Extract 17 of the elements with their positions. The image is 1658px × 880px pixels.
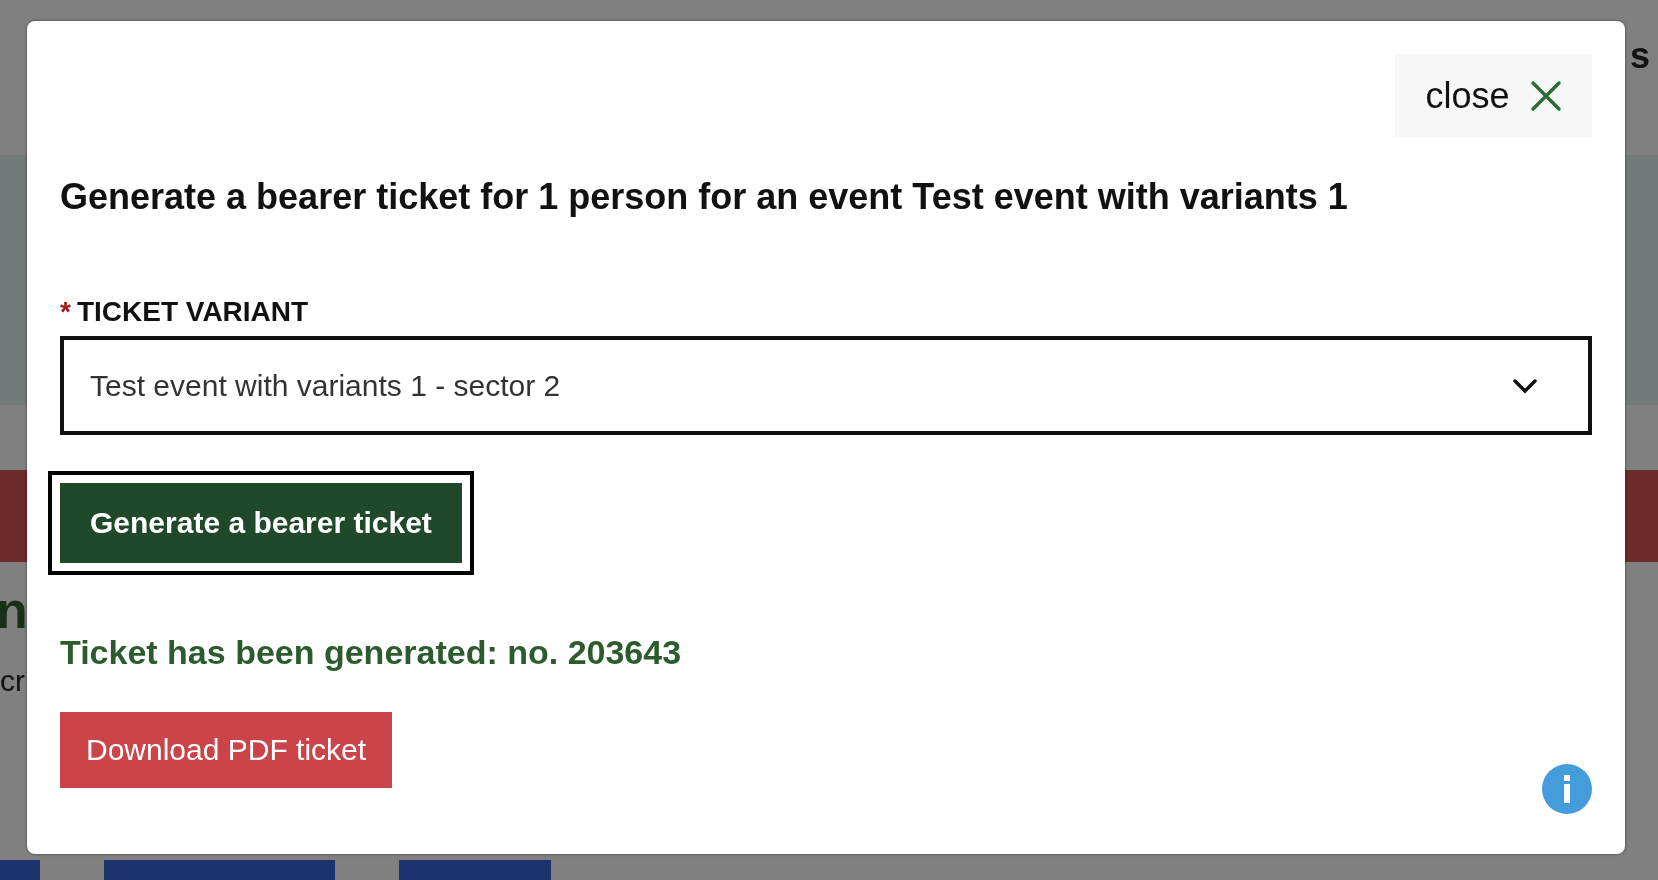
- success-message: Ticket has been generated: no. 203643: [60, 633, 683, 673]
- info-icon[interactable]: [1542, 764, 1592, 814]
- page-button[interactable]: [399, 860, 551, 880]
- page-button[interactable]: [0, 860, 40, 880]
- page-button[interactable]: [104, 860, 335, 880]
- chevron-down-icon: [1512, 377, 1538, 394]
- field-label: TICKET VARIANT: [76, 296, 309, 329]
- close-icon: [1529, 79, 1562, 112]
- download-pdf-button[interactable]: Download PDF ticket: [60, 712, 393, 789]
- header-text: s: [1629, 38, 1650, 78]
- page-heading: n: [0, 584, 28, 636]
- close-button[interactable]: close: [1395, 54, 1592, 137]
- generate-button[interactable]: Generate a bearer ticket: [60, 483, 462, 564]
- required-mark: *: [60, 296, 71, 329]
- dialog-title: Generate a bearer ticket for 1 person for an event Test event with variants 1: [60, 175, 1349, 219]
- ticket-variant-select[interactable]: Test event with variants 1 - sector 2: [60, 336, 1592, 436]
- page-text: cr: [0, 666, 25, 696]
